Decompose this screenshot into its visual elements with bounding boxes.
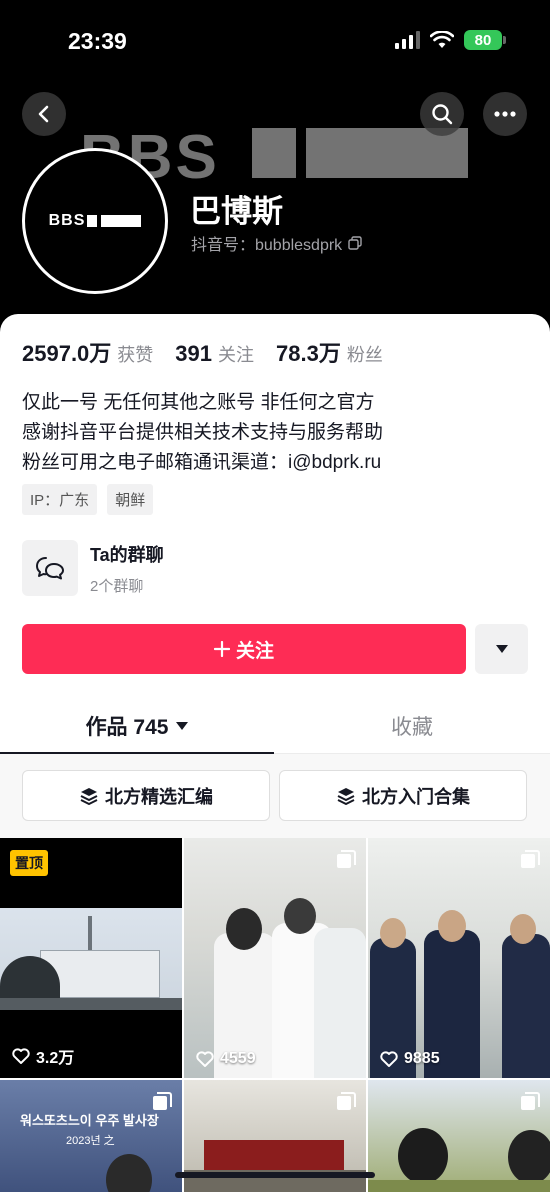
- collection-button-2[interactable]: 北方入门合集: [279, 770, 527, 821]
- search-button[interactable]: [420, 92, 464, 136]
- douyin-id[interactable]: 抖音号：bubblesdprk: [191, 231, 362, 255]
- profile-tags: IP：广东 朝鲜: [22, 484, 154, 515]
- video-overlay-date: 2023년 之: [66, 1135, 115, 1147]
- video-thumbnail[interactable]: 워스또츠느이 우주 발사장 2023년 之: [0, 1080, 182, 1192]
- group-chat-entry[interactable]: Ta的群聊 2个群聊: [22, 540, 164, 596]
- follow-label: 关注: [235, 640, 274, 662]
- chevron-left-icon: [38, 105, 49, 123]
- video-overlay-text: 워스또츠느이 우주 발사장: [20, 1113, 159, 1128]
- profile-name: 巴博斯: [190, 194, 283, 229]
- tab-works[interactable]: 作品 745: [0, 698, 274, 755]
- layers-icon: [80, 787, 98, 805]
- heart-icon: [380, 1051, 398, 1067]
- stat-value: 78.3万: [276, 341, 341, 366]
- video-like-count: 9885: [380, 1050, 440, 1068]
- video-like-count: 4559: [196, 1050, 256, 1068]
- chat-bubbles-icon: [36, 557, 64, 580]
- stat-likes[interactable]: 2597.0万 获赞: [22, 336, 153, 368]
- stat-value: 391: [175, 341, 213, 366]
- group-chat-subtitle: 2个群聊: [90, 577, 144, 595]
- heart-icon: [196, 1051, 214, 1067]
- multi-image-icon: [521, 1092, 540, 1110]
- profile-header: BBS 23:39 80 BBS 巴博斯 抖音号：bubblesdprk: [0, 0, 550, 340]
- avatar-logo: BBS: [49, 212, 142, 230]
- stat-label: 获赞: [117, 345, 154, 365]
- caret-down-icon: [495, 645, 508, 653]
- video-thumbnail[interactable]: [368, 1080, 550, 1192]
- avatar-logo-text: BBS: [48, 212, 86, 229]
- group-chat-title: Ta的群聊: [90, 544, 164, 565]
- video-thumbnail[interactable]: 9885: [368, 838, 550, 1078]
- multi-image-icon: [521, 850, 540, 868]
- follow-button[interactable]: 关注: [22, 624, 466, 674]
- copy-icon[interactable]: [348, 236, 362, 250]
- like-count-text: 9885: [404, 1050, 440, 1067]
- multi-image-icon: [153, 1092, 172, 1110]
- douyin-id-text: 抖音号：bubblesdprk: [191, 237, 343, 254]
- bio-line: 仅此一号 无任何其他之账号 非任何之官方: [22, 392, 375, 413]
- plus-icon: [213, 641, 230, 657]
- collection-button-1[interactable]: 北方精选汇编: [22, 770, 270, 821]
- like-count-text: 3.2万: [36, 1050, 75, 1067]
- stat-followers[interactable]: 78.3万 粉丝: [276, 336, 383, 368]
- country-tag[interactable]: 朝鲜: [107, 484, 154, 515]
- home-indicator[interactable]: [175, 1172, 375, 1178]
- video-thumbnail[interactable]: 置顶 3.2万: [0, 838, 182, 1078]
- battery-level: 80: [464, 30, 502, 50]
- stat-label: 粉丝: [346, 345, 383, 365]
- profile-sheet: 2597.0万 获赞 391 关注 78.3万 粉丝 仅此一号 无任何其他之账号…: [0, 314, 550, 1192]
- pinned-badge: 置顶: [10, 850, 48, 876]
- stat-label: 关注: [218, 345, 255, 365]
- profile-bio: 仅此一号 无任何其他之账号 非任何之官方 感谢抖音平台提供相关技术支持与服务帮助…: [22, 388, 383, 478]
- cellular-signal-icon: [395, 31, 420, 49]
- video-like-count: 3.2万: [12, 1044, 74, 1068]
- stat-following[interactable]: 391 关注: [175, 341, 254, 367]
- caret-down-icon: [176, 722, 189, 730]
- like-count-text: 4559: [220, 1050, 256, 1067]
- status-icons: 80: [395, 30, 506, 50]
- multi-image-icon: [337, 1092, 356, 1110]
- bio-line: 粉丝可用之电子邮箱通讯渠道：i@bdprk.ru: [22, 452, 382, 473]
- video-thumbnail[interactable]: 4559: [184, 838, 366, 1078]
- tab-favorites-label: 收藏: [391, 716, 433, 739]
- collection-label: 北方入门合集: [362, 786, 470, 807]
- collection-label: 北方精选汇编: [105, 786, 213, 807]
- wifi-icon: [430, 31, 454, 48]
- tab-favorites[interactable]: 收藏: [274, 698, 550, 754]
- status-time: 23:39: [68, 28, 127, 54]
- group-chat-icon-box: [22, 540, 78, 596]
- ip-location-tag: IP：广东: [22, 484, 98, 515]
- tab-works-label: 作品 745: [85, 716, 169, 739]
- stat-value: 2597.0万: [22, 341, 112, 366]
- profile-stats: 2597.0万 获赞 391 关注 78.3万 粉丝: [22, 336, 405, 368]
- collections-bar: 北方精选汇编 北方入门合集: [0, 754, 550, 838]
- more-button[interactable]: [483, 92, 527, 136]
- heart-icon: [12, 1048, 30, 1064]
- recommend-dropdown-button[interactable]: [475, 624, 528, 674]
- layers-icon: [337, 787, 355, 805]
- bio-line: 感谢抖音平台提供相关技术支持与服务帮助: [22, 422, 384, 443]
- multi-image-icon: [337, 850, 356, 868]
- battery-icon: 80: [464, 30, 506, 50]
- search-icon: [432, 104, 453, 125]
- more-dots-icon: [494, 111, 516, 117]
- content-tabs: 作品 745 收藏: [0, 698, 550, 755]
- back-button[interactable]: [22, 92, 66, 136]
- avatar[interactable]: BBS: [22, 148, 168, 294]
